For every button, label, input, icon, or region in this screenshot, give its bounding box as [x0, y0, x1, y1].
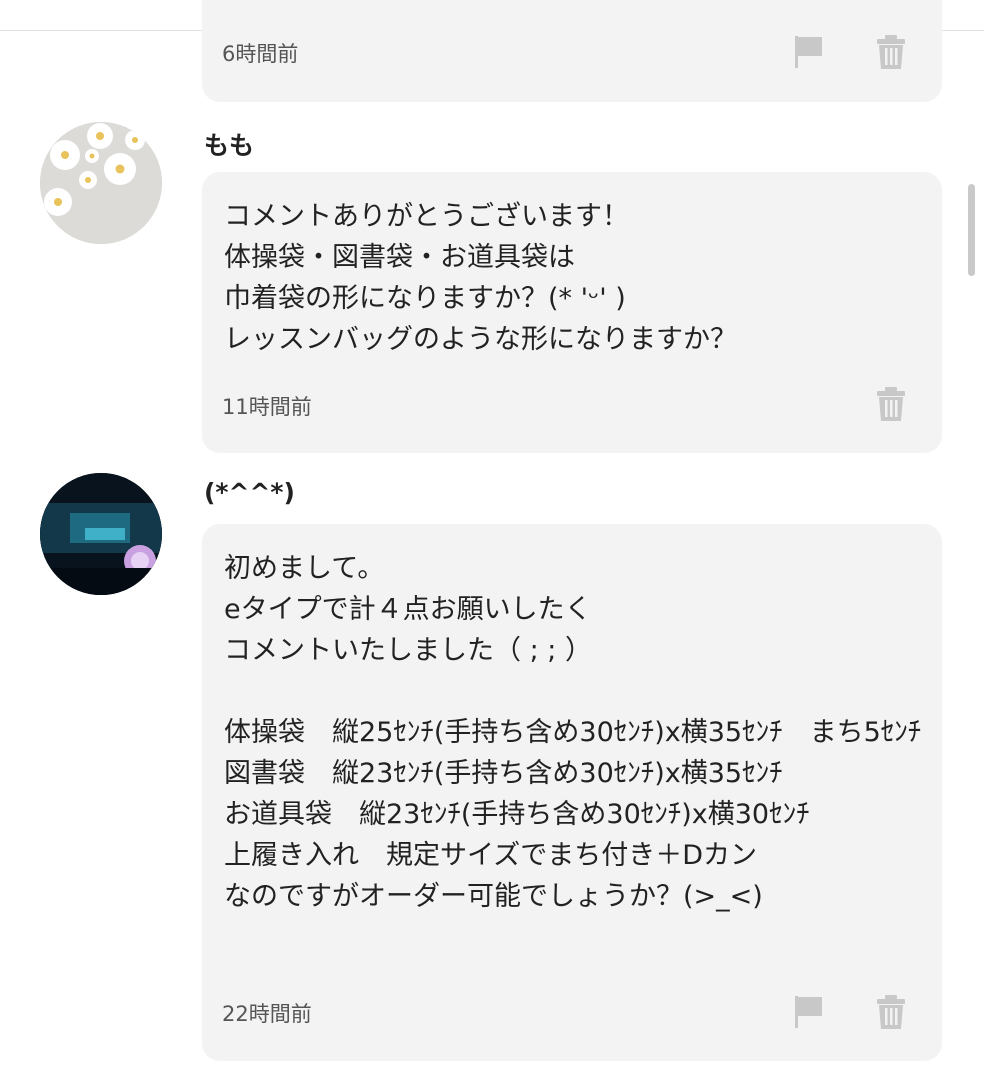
- comment-author[interactable]: もも: [204, 126, 254, 162]
- flag-icon[interactable]: [792, 34, 826, 70]
- avatar[interactable]: [40, 122, 162, 244]
- scrollbar[interactable]: [968, 184, 975, 276]
- avatar[interactable]: [40, 473, 162, 595]
- comment-body: 初めまして。 eタイプで計４点お願いしたく コメントいたしました（ ; ; ） …: [224, 553, 922, 912]
- comment-timestamp: 6時間前: [222, 42, 299, 66]
- comment-bubble: 6時間前: [202, 0, 942, 102]
- trash-icon[interactable]: [874, 34, 908, 70]
- comment-timestamp: 22時間前: [222, 1002, 312, 1026]
- comment-author[interactable]: (*^^*): [204, 478, 295, 507]
- comment-bubble: 初めまして。 eタイプで計４点お願いしたく コメントいたしました（ ; ; ） …: [202, 524, 942, 1061]
- flag-icon[interactable]: [792, 994, 826, 1030]
- trash-icon[interactable]: [874, 386, 908, 422]
- daisy-avatar-image: [40, 122, 162, 244]
- comment-bubble: コメントありがとうございます！ 体操袋・図書袋・お道具袋は 巾着袋の形になります…: [202, 172, 942, 453]
- comment-timestamp: 11時間前: [222, 395, 312, 419]
- trash-icon[interactable]: [874, 994, 908, 1030]
- night-scene-avatar-image: [40, 473, 162, 595]
- comment-body: コメントありがとうございます！ 体操袋・図書袋・お道具袋は 巾着袋の形になります…: [224, 201, 737, 355]
